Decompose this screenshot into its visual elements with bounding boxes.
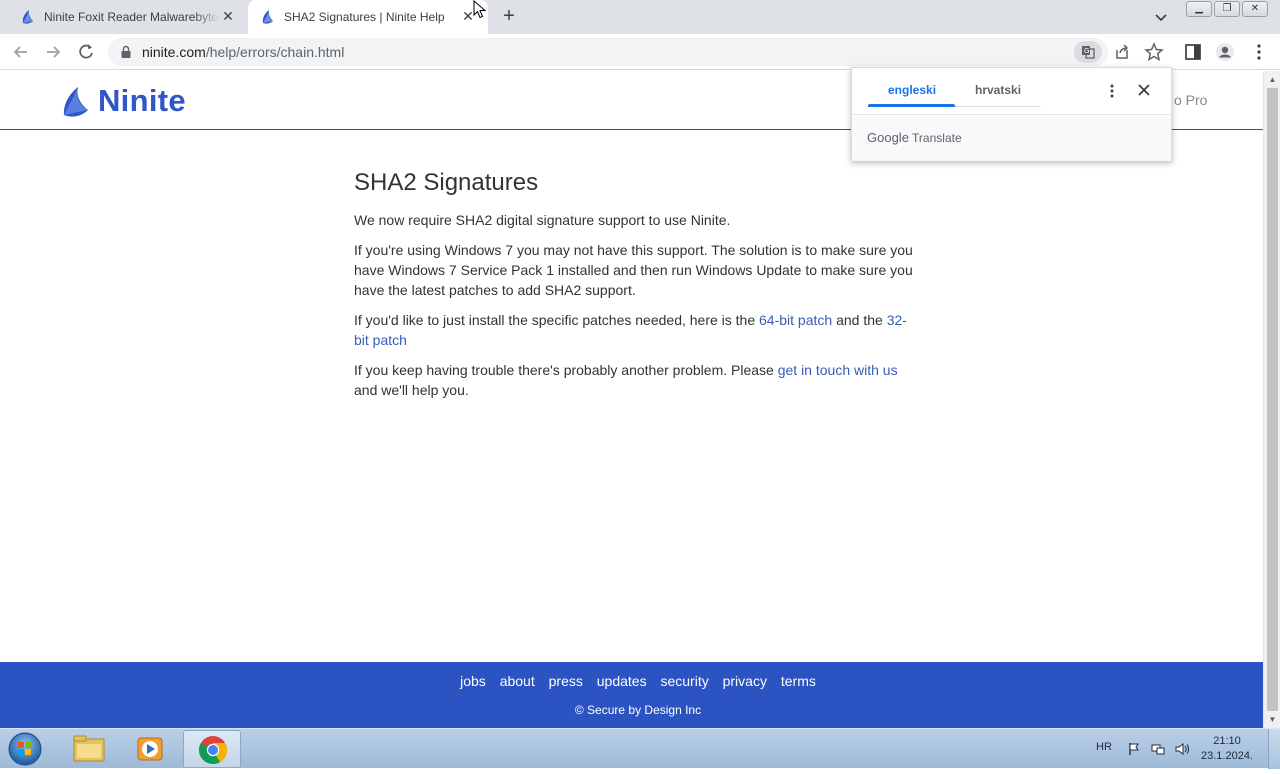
lock-icon[interactable] — [120, 45, 132, 59]
url-text[interactable]: ninite.com/help/errors/chain.html — [142, 44, 344, 60]
64-bit-patch-link[interactable]: 64-bit patch — [759, 312, 832, 328]
web-page: Ninite o Pro SHA2 Signatures We now requ… — [0, 71, 1263, 728]
footer-link-press[interactable]: press — [549, 673, 583, 689]
taskbar-chrome[interactable] — [183, 730, 241, 768]
taskbar-explorer[interactable] — [60, 730, 118, 768]
article-content: SHA2 Signatures We now require SHA2 digi… — [354, 169, 914, 410]
mouse-cursor-icon — [473, 0, 487, 19]
paragraph-contact: If you keep having trouble there's proba… — [354, 362, 898, 398]
minimize-button[interactable]: ▁ — [1186, 1, 1212, 17]
footer-link-terms[interactable]: terms — [781, 673, 816, 689]
restore-button[interactable]: ❐ — [1214, 1, 1240, 17]
tab-strip: Ninite Foxit Reader Malwarebytes ✕ SHA2 … — [0, 0, 1280, 34]
window-controls: ▁ ❐ ✕ — [1186, 1, 1268, 17]
network-icon[interactable] — [1151, 742, 1165, 756]
forward-arrow-icon[interactable] — [42, 41, 64, 63]
windows-taskbar: HR 21:10 23.1.2024. — [0, 728, 1280, 769]
footer-copyright: © Secure by Design Inc — [574, 703, 702, 717]
side-panel-icon[interactable] — [1182, 41, 1204, 63]
share-icon[interactable] — [1111, 41, 1133, 63]
new-tab-button[interactable]: + — [498, 5, 520, 27]
taskbar-media-player[interactable] — [121, 730, 179, 768]
google-translate-brand: Google Translate — [867, 130, 962, 145]
footer-link-jobs[interactable]: jobs — [460, 673, 486, 689]
svg-text:G: G — [1084, 47, 1089, 55]
footer-link-privacy[interactable]: privacy — [723, 673, 767, 689]
more-options-icon[interactable] — [1104, 82, 1120, 100]
source-language-tab[interactable]: engleski — [888, 83, 936, 97]
paragraph-patches: If you'd like to just install the specif… — [354, 312, 907, 348]
show-desktop-button[interactable] — [1268, 729, 1280, 769]
paragraph-windows7: If you're using Windows 7 you may not ha… — [354, 242, 913, 298]
input-language-indicator[interactable]: HR — [1096, 741, 1112, 753]
translate-popup: engleski hrvatski Google Translate — [851, 67, 1173, 161]
scroll-down-arrow-icon[interactable]: ▼ — [1268, 715, 1277, 724]
action-center-flag-icon[interactable] — [1127, 742, 1141, 756]
tab-title: SHA2 Signatures | Ninite Help — [284, 10, 445, 24]
footer-links: jobs about press updates security privac… — [0, 673, 1263, 689]
close-translate-icon[interactable] — [1135, 81, 1153, 99]
header-pro-link[interactable]: o Pro — [1174, 92, 1207, 108]
ninite-logo[interactable]: Ninite — [62, 83, 186, 119]
tab-search-chevron-icon[interactable] — [1151, 7, 1171, 27]
reload-icon[interactable] — [75, 41, 97, 63]
tab-close-icon[interactable]: ✕ — [220, 8, 236, 24]
volume-icon[interactable] — [1175, 742, 1189, 756]
scroll-up-arrow-icon[interactable]: ▲ — [1268, 75, 1277, 84]
paragraph-requirement: We now require SHA2 digital signature su… — [354, 212, 731, 228]
tab-divider — [955, 106, 1041, 107]
footer-link-updates[interactable]: updates — [597, 673, 647, 689]
translate-language-tabs: engleski hrvatski — [852, 68, 1173, 115]
media-player-icon — [137, 737, 163, 761]
clock-time: 21:10 — [1213, 735, 1241, 747]
chrome-icon — [199, 736, 227, 764]
windows-start-icon[interactable] — [6, 731, 44, 767]
ninite-favicon-icon — [22, 10, 33, 24]
page-title: SHA2 Signatures — [354, 169, 539, 196]
translate-icon[interactable]: G — [1074, 41, 1102, 63]
footer-link-security[interactable]: security — [660, 673, 708, 689]
tab-sha2-signatures[interactable]: SHA2 Signatures | Ninite Help ✕ — [248, 0, 488, 34]
ninite-logo-icon — [63, 87, 88, 117]
vertical-scrollbar[interactable]: ▲ ▼ — [1263, 71, 1280, 728]
selected-tab-indicator — [868, 104, 955, 107]
close-window-button[interactable]: ✕ — [1242, 1, 1268, 17]
scroll-thumb[interactable] — [1267, 88, 1278, 711]
folder-icon — [73, 735, 105, 762]
footer-link-about[interactable]: about — [500, 673, 535, 689]
logo-text: Ninite — [98, 83, 186, 118]
ninite-favicon-icon — [262, 10, 273, 24]
tab-ninite-foxit[interactable]: Ninite Foxit Reader Malwarebytes ✕ — [8, 0, 248, 34]
site-footer: jobs about press updates security privac… — [0, 662, 1263, 728]
browser-menu-icon[interactable] — [1248, 41, 1270, 63]
translate-footer: Google Translate — [852, 116, 1171, 161]
back-arrow-icon[interactable] — [10, 41, 32, 63]
contact-link[interactable]: get in touch with us — [778, 362, 898, 378]
browser-toolbar: ninite.com/help/errors/chain.html G — [0, 34, 1280, 70]
profile-avatar-icon[interactable] — [1214, 41, 1236, 63]
bookmark-star-icon[interactable] — [1143, 41, 1165, 63]
taskbar-clock[interactable]: 21:10 23.1.2024. — [1196, 734, 1258, 764]
clock-date: 23.1.2024. — [1201, 750, 1253, 762]
tab-title: Ninite Foxit Reader Malwarebytes — [44, 10, 220, 24]
address-bar[interactable]: ninite.com/help/errors/chain.html G — [108, 38, 1164, 66]
target-language-tab[interactable]: hrvatski — [975, 83, 1021, 97]
